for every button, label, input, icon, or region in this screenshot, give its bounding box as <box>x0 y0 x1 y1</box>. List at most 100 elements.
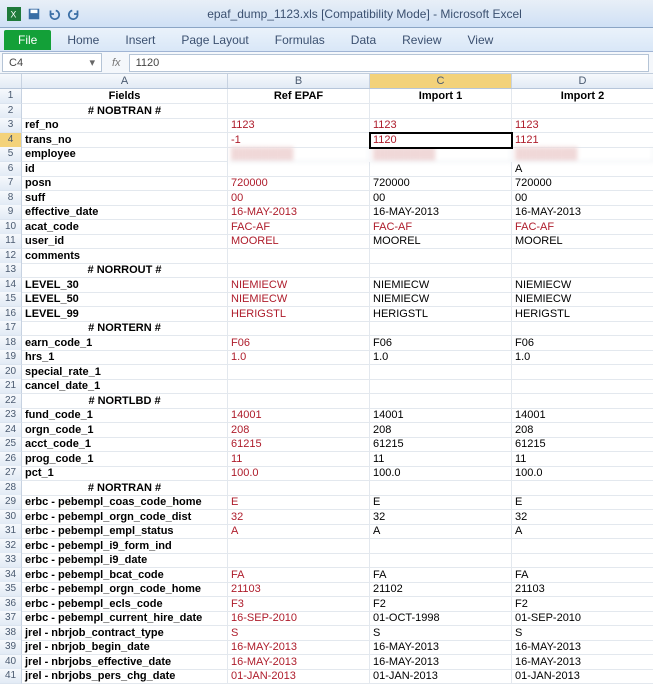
cell[interactable]: 21102 <box>370 582 512 597</box>
cell[interactable]: E <box>370 495 512 510</box>
fx-icon[interactable]: fx <box>112 57 121 69</box>
worksheet[interactable]: A B C D 1 Fields Ref EPAF Import 1 Impor… <box>0 74 653 684</box>
cell[interactable]: erbc - pebempl_bcat_code <box>22 568 228 583</box>
cell[interactable]: ████████ <box>228 147 370 162</box>
cell[interactable] <box>370 249 512 264</box>
name-box[interactable]: C4 ▾ <box>2 53 102 72</box>
cell[interactable]: acct_code_1 <box>22 437 228 452</box>
cell[interactable] <box>512 249 653 264</box>
cell[interactable] <box>512 394 653 409</box>
cell[interactable]: 32 <box>370 510 512 525</box>
save-icon[interactable] <box>26 6 42 22</box>
tab-home[interactable]: Home <box>57 30 109 50</box>
cell[interactable]: erbc - pebempl_i9_date <box>22 553 228 568</box>
cell[interactable] <box>228 553 370 568</box>
tab-data[interactable]: Data <box>341 30 386 50</box>
col-header-a[interactable]: A <box>22 74 228 88</box>
row-header[interactable]: 17 <box>0 321 22 336</box>
cell[interactable]: 16-MAY-2013 <box>228 640 370 655</box>
cell[interactable]: A <box>370 524 512 539</box>
cell[interactable]: NIEMIECW <box>370 292 512 307</box>
cell[interactable]: # NORTLBD # <box>22 394 228 409</box>
cell[interactable]: 720000 <box>228 176 370 191</box>
row-header[interactable]: 18 <box>0 336 22 351</box>
cell[interactable] <box>370 379 512 394</box>
cell[interactable]: 21103 <box>228 582 370 597</box>
cell[interactable] <box>370 104 512 119</box>
row-header[interactable]: 2 <box>0 104 22 119</box>
cell[interactable]: erbc - pebempl_orgn_code_dist <box>22 510 228 525</box>
cell[interactable] <box>370 263 512 278</box>
header-ref-epaf[interactable]: Ref EPAF <box>228 89 370 104</box>
cell[interactable] <box>512 481 653 496</box>
cell[interactable]: 16-MAY-2013 <box>370 655 512 670</box>
cell[interactable]: user_id <box>22 234 228 249</box>
cell[interactable]: 100.0 <box>512 466 653 481</box>
row-header[interactable]: 16 <box>0 307 22 322</box>
cell[interactable]: 16-SEP-2010 <box>228 611 370 626</box>
cell[interactable]: FAC-AF <box>370 220 512 235</box>
row-header[interactable]: 33 <box>0 553 22 568</box>
redo-icon[interactable] <box>66 6 82 22</box>
cell[interactable]: FAC-AF <box>512 220 653 235</box>
cell[interactable] <box>370 481 512 496</box>
cell[interactable] <box>512 379 653 394</box>
row-header[interactable]: 32 <box>0 539 22 554</box>
row-header[interactable]: 21 <box>0 379 22 394</box>
cell[interactable]: FAC-AF <box>228 220 370 235</box>
cell[interactable]: erbc - pebempl_i9_form_ind <box>22 539 228 554</box>
header-fields[interactable]: Fields <box>22 89 228 104</box>
cell[interactable]: 14001 <box>370 408 512 423</box>
cell[interactable]: 00 <box>228 191 370 206</box>
cell[interactable] <box>512 321 653 336</box>
row-header[interactable]: 24 <box>0 423 22 438</box>
row-header[interactable]: 12 <box>0 249 22 264</box>
cell[interactable]: ████████ <box>512 147 653 162</box>
cell[interactable]: 208 <box>512 423 653 438</box>
cell[interactable]: 01-OCT-1998 <box>370 611 512 626</box>
cell[interactable]: erbc - pebempl_ecls_code <box>22 597 228 612</box>
row-header[interactable]: 6 <box>0 162 22 177</box>
row-header[interactable]: 34 <box>0 568 22 583</box>
cell[interactable]: jrel - nbrjobs_pers_chg_date <box>22 669 228 684</box>
cell[interactable]: NIEMIECW <box>370 278 512 293</box>
col-header-c[interactable]: C <box>370 74 512 88</box>
cell[interactable] <box>370 394 512 409</box>
cell[interactable] <box>512 263 653 278</box>
cell[interactable]: ref_no <box>22 118 228 133</box>
cell[interactable]: 208 <box>228 423 370 438</box>
row-header[interactable]: 3 <box>0 118 22 133</box>
cell[interactable]: # NORTERN # <box>22 321 228 336</box>
cell[interactable] <box>370 539 512 554</box>
row-header[interactable]: 11 <box>0 234 22 249</box>
cell[interactable]: 1.0 <box>228 350 370 365</box>
row-header[interactable]: 30 <box>0 510 22 525</box>
cell[interactable]: 11 <box>370 452 512 467</box>
cell[interactable]: 01-JAN-2013 <box>512 669 653 684</box>
cell[interactable]: # NORROUT # <box>22 263 228 278</box>
cell[interactable]: comments <box>22 249 228 264</box>
cell[interactable]: erbc - pebempl_current_hire_date <box>22 611 228 626</box>
cell[interactable]: 14001 <box>228 408 370 423</box>
cell[interactable]: acat_code <box>22 220 228 235</box>
cell[interactable]: 1123 <box>512 118 653 133</box>
tab-review[interactable]: Review <box>392 30 451 50</box>
cell[interactable]: 00 <box>370 191 512 206</box>
cell[interactable]: NIEMIECW <box>512 292 653 307</box>
cell[interactable] <box>228 263 370 278</box>
cell[interactable] <box>370 162 512 177</box>
cell[interactable]: 61215 <box>512 437 653 452</box>
row-header[interactable]: 20 <box>0 365 22 380</box>
cell[interactable]: 00 <box>512 191 653 206</box>
cell[interactable]: 61215 <box>228 437 370 452</box>
chevron-down-icon[interactable]: ▾ <box>89 56 95 69</box>
col-header-d[interactable]: D <box>512 74 653 88</box>
cell[interactable]: HERIGSTL <box>512 307 653 322</box>
cell[interactable]: 32 <box>512 510 653 525</box>
cell[interactable]: 01-SEP-2010 <box>512 611 653 626</box>
row-header[interactable]: 38 <box>0 626 22 641</box>
cell[interactable]: A <box>228 524 370 539</box>
cell[interactable] <box>228 365 370 380</box>
cell[interactable]: 61215 <box>370 437 512 452</box>
cell[interactable]: 16-MAY-2013 <box>512 640 653 655</box>
